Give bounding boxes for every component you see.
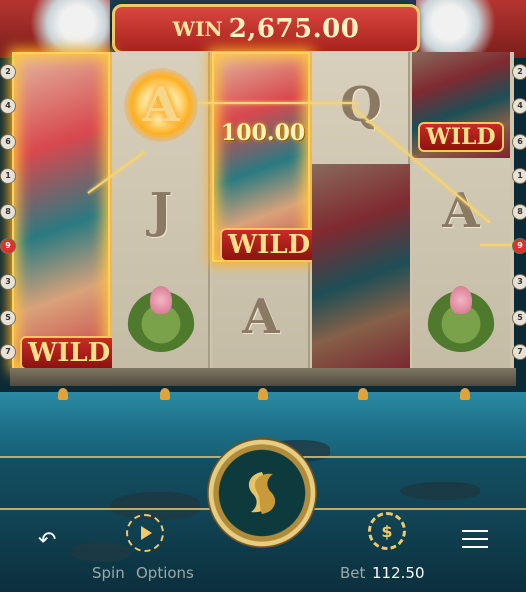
payline-marker: 5 [512,310,526,326]
win-amount: 2,675.00 [228,14,360,44]
payline-marker: 4 [0,98,16,114]
dragon-symbol [312,164,410,370]
play-icon [141,526,152,540]
wild-label: WILD [220,228,319,262]
symbol-a: A [142,77,180,133]
payline-marker-active: 9 [0,238,16,254]
symbol-cell: A [212,264,310,370]
reel-area: WILD A J WILD A Q WILD A [12,52,514,370]
spin-label: Spin [92,564,125,582]
reel-1: WILD [12,52,119,370]
win-banner: WIN 2,675.00 [112,4,420,54]
menu-icon[interactable] [462,530,488,554]
bell-icon [58,388,68,400]
payline-marker: 2 [0,64,16,80]
bells-row [0,388,526,404]
lotus-symbol [126,282,196,352]
payline-marker: 6 [512,134,526,150]
reel-4: Q [312,52,410,370]
bell-icon [358,388,368,400]
payline-marker: 3 [0,274,16,290]
payline-marker: 6 [0,134,16,150]
bell-icon [460,388,470,400]
game-screen: WIN 2,675.00 WILD A J WILD A Q WILD A 10… [0,0,526,592]
wild-label: WILD [418,122,504,152]
payline-marker: 1 [0,168,16,184]
symbol-cell: A [112,52,210,158]
payline-marker: 2 [512,64,526,80]
back-icon[interactable]: ↶ [38,528,56,553]
reel-3: WILD A [212,52,319,370]
symbol-cell [412,264,510,370]
bell-icon [258,388,268,400]
dragon-wild-symbol: WILD [12,52,119,370]
symbol-j: J [149,183,173,239]
bet-label: Bet [340,564,366,582]
payline-marker: 4 [512,98,526,114]
spin-button[interactable] [207,438,317,548]
symbol-cell: J [112,158,210,264]
cloud-ornament-left [0,0,110,58]
reel-2: A J [112,52,210,370]
line-win-amount: 100.00 [221,120,306,146]
wild-label: WILD [20,336,119,370]
payline-marker: 8 [0,204,16,220]
koi-yinyang-icon [248,472,276,514]
payline-marker: 7 [512,344,526,360]
bet-coin-button[interactable]: $ [368,512,406,550]
autoplay-button[interactable] [126,514,164,552]
payline-marker: 7 [0,344,16,360]
bet-value: 112.50 [372,564,425,582]
dragon-wild-symbol: WILD [412,52,510,158]
payline-marker: 1 [512,168,526,184]
reel-frame-bottom [10,368,516,386]
lotus-symbol [426,282,496,352]
payline-marker: 5 [0,310,16,326]
payline-marker: 3 [512,274,526,290]
payline-marker-active: 9 [512,238,526,254]
reel-5: WILD A [412,52,510,370]
win-label: WIN [172,17,223,41]
koi-fish [70,542,130,562]
payline-segment [480,244,514,246]
payline-marker: 8 [512,204,526,220]
options-label: Options [136,564,194,582]
glow-ring: A [124,68,198,142]
cloud-ornament-right [416,0,526,58]
symbol-cell: A [412,158,510,264]
payline-segment [198,102,358,104]
symbol-cell [112,264,210,370]
bell-icon [160,388,170,400]
symbol-a: A [242,289,280,345]
dragon-wild-symbol: WILD [212,52,319,262]
